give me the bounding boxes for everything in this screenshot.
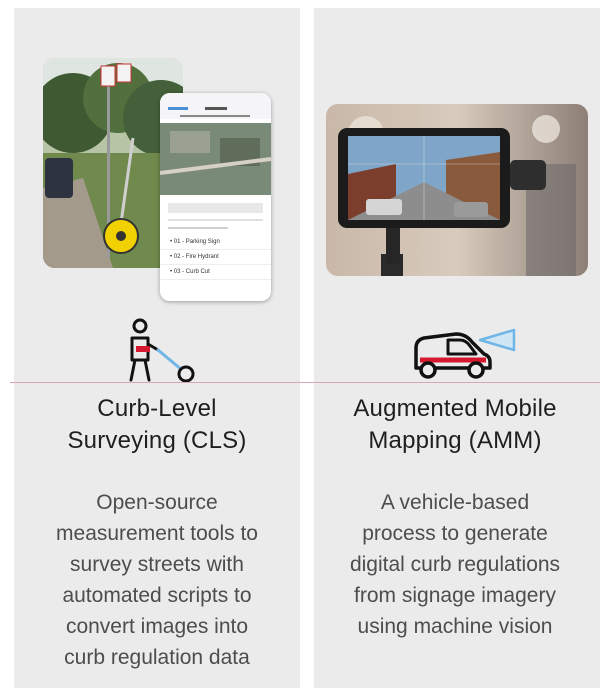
amm-description: A vehicle-based process to generate digi… [310, 487, 600, 642]
description-line: measurement tools to [56, 522, 258, 545]
description-line: digital curb regulations [349, 553, 561, 576]
description-line: convert images into [65, 615, 249, 638]
amm-title: Augmented Mobile Mapping (AMM) [310, 393, 600, 457]
list-item: • 02 - Fire Hydrant [160, 250, 271, 265]
surveyor-measuring-wheel-icon [118, 318, 200, 384]
title-line: Surveying (CLS) [67, 427, 247, 454]
title-line: Mapping (AMM) [368, 427, 542, 454]
description-line: process to generate [362, 522, 548, 545]
gimbal-mapping-photo [326, 104, 588, 276]
title-line: Curb-Level [97, 395, 217, 422]
cls-description: Open-source measurement tools to survey … [14, 487, 300, 673]
title-line: Augmented Mobile [353, 395, 557, 422]
description-line: Open-source [96, 491, 218, 514]
survey-app-phone: • 01 - Parking Sign • 02 - Fire Hydrant … [160, 93, 271, 301]
description-line: automated scripts to [62, 584, 252, 607]
description-line: survey streets with [70, 553, 244, 576]
phone-feature-list: • 01 - Parking Sign • 02 - Fire Hydrant … [160, 235, 271, 280]
cls-title: Curb-Level Surveying (CLS) [14, 393, 300, 457]
list-item: • 03 - Curb Cut [160, 265, 271, 280]
car-with-camera-icon [410, 324, 520, 384]
description-line: A vehicle-based [380, 491, 530, 514]
description-line: curb regulation data [64, 646, 250, 669]
list-item: • 01 - Parking Sign [160, 235, 271, 250]
horizontal-divider [10, 382, 600, 383]
description-line: using machine vision [357, 615, 553, 638]
description-line: from signage imagery [354, 584, 556, 607]
